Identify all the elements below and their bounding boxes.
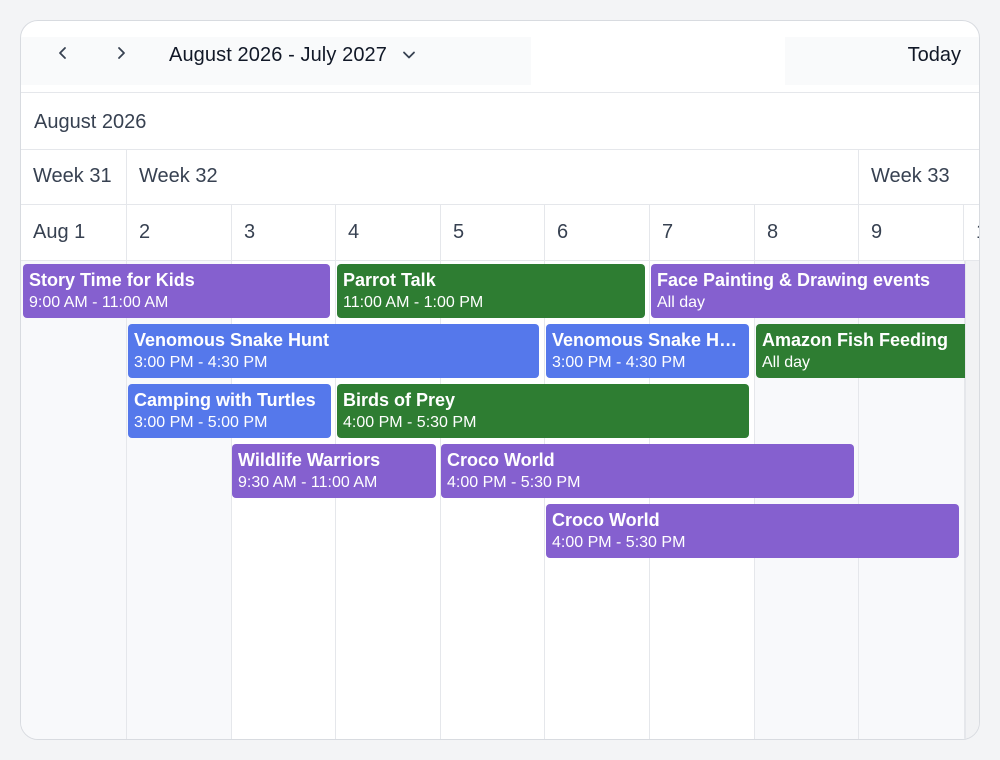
event-birds-of-prey[interactable]: Birds of Prey 4:00 PM - 5:30 PM [337,384,749,438]
timeline-grid: Story Time for Kids 9:00 AM - 11:00 AM P… [21,261,979,739]
event-title: Croco World [447,450,555,470]
week-header: Week 31 Week 32 Week 33 [21,150,979,205]
day-label: 7 [662,221,674,243]
day-label: 6 [557,221,569,243]
calendar-scheduler: August 2026 - July 2027 Today August 202… [20,20,980,740]
event-time: All day [762,354,811,371]
date-range-selector[interactable]: August 2026 - July 2027 [169,41,417,69]
day-cell[interactable]: 2 [127,205,232,261]
event-time: 9:00 AM - 11:00 AM [29,294,169,311]
day-column[interactable] [21,261,127,739]
day-cell[interactable]: 4 [336,205,441,261]
chevron-right-icon [118,47,125,59]
event-title: Croco World [552,510,660,530]
week-cell-33: Week 33 [859,150,979,205]
event-title: Birds of Prey [343,390,456,410]
event-title: Story Time for Kids [29,270,195,290]
event-title: Parrot Talk [343,270,436,290]
event-croco-world[interactable]: Croco World 4:00 PM - 5:30 PM [546,504,959,558]
event-croco-world[interactable]: Croco World 4:00 PM - 5:30 PM [441,444,854,498]
event-story-time-for-kids[interactable]: Story Time for Kids 9:00 AM - 11:00 AM [23,264,330,318]
event-title: Venomous Snake Hunt [552,330,743,350]
month-header: August 2026 [21,93,979,150]
event-time: 3:00 PM - 5:00 PM [134,414,268,431]
event-venomous-snake-hunt[interactable]: Venomous Snake Hunt 3:00 PM - 4:30 PM [546,324,749,378]
chevron-down-icon [401,47,417,63]
day-cell[interactable]: 6 [545,205,650,261]
day-label: 1 [976,221,979,244]
chevron-left-icon [59,47,66,59]
day-label: Aug 1 [33,221,86,243]
month-label: August 2026 [34,111,147,133]
week-label: Week 31 [33,165,112,187]
event-camping-with-turtles[interactable]: Camping with Turtles 3:00 PM - 5:00 PM [128,384,331,438]
event-parrot-talk[interactable]: Parrot Talk 11:00 AM - 1:00 PM [337,264,645,318]
event-title: Wildlife Warriors [238,450,381,470]
prev-button[interactable] [49,37,77,69]
event-time: 4:00 PM - 5:30 PM [552,534,686,551]
week-label: Week 33 [871,165,950,187]
day-cell[interactable]: 7 [650,205,755,261]
day-cell[interactable]: 3 [232,205,336,261]
day-label: 8 [767,221,779,243]
event-title: Amazon Fish Feeding [762,330,949,350]
event-title: Camping with Turtles [134,390,316,410]
event-time: 11:00 AM - 1:00 PM [343,294,484,311]
week-cell-32: Week 32 [127,150,859,205]
event-face-painting[interactable]: Face Painting & Drawing events All day [651,264,979,318]
day-cell[interactable]: 9 [859,205,964,261]
event-time: 3:00 PM - 4:30 PM [552,354,686,371]
day-cell[interactable]: Aug 1 [21,205,127,261]
day-label: 9 [871,221,883,243]
week-cell-31: Week 31 [21,150,127,205]
event-title: Venomous Snake Hunt [134,330,330,350]
event-time: 4:00 PM - 5:30 PM [447,474,581,491]
event-wildlife-warriors[interactable]: Wildlife Warriors 9:30 AM - 11:00 AM [232,444,436,498]
calendar-toolbar: August 2026 - July 2027 Today [21,21,979,93]
day-cell[interactable]: 1 [964,205,979,261]
day-label: 4 [348,221,360,243]
week-label: Week 32 [139,165,218,187]
day-label: 2 [139,221,151,243]
event-time: 4:00 PM - 5:30 PM [343,414,477,431]
day-cell[interactable]: 8 [755,205,859,261]
event-title: Face Painting & Drawing events [657,270,931,290]
date-range-label: August 2026 - July 2027 [169,43,388,66]
event-time: All day [657,294,706,311]
day-label: 3 [244,221,256,243]
day-header: Aug 1 2 3 4 5 6 7 8 9 1 [21,205,979,261]
event-time: 9:30 AM - 11:00 AM [238,474,378,491]
vertical-scrollbar[interactable] [965,261,979,739]
next-button[interactable] [107,37,135,69]
day-cell[interactable]: 5 [441,205,545,261]
event-amazon-fish-feeding[interactable]: Amazon Fish Feeding All day [756,324,979,378]
event-time: 3:00 PM - 4:30 PM [134,354,268,371]
today-button[interactable]: Today [881,41,961,69]
day-label: 5 [453,221,465,243]
event-venomous-snake-hunt[interactable]: Venomous Snake Hunt 3:00 PM - 4:30 PM [128,324,539,378]
